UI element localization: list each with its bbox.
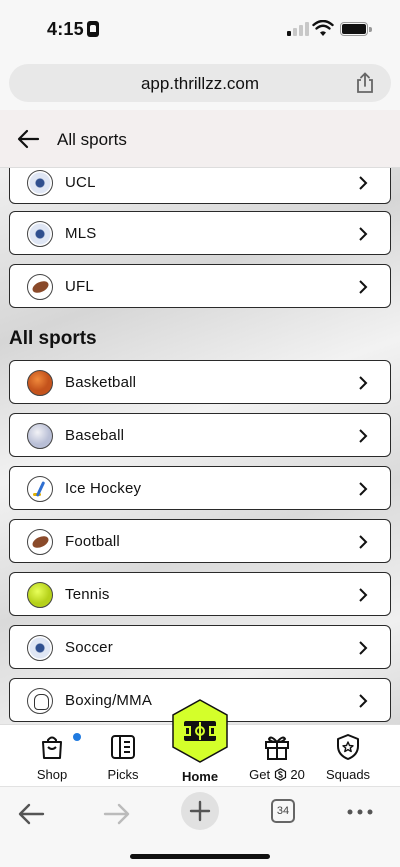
basketball-icon xyxy=(27,370,53,396)
list-item-label: Football xyxy=(65,533,120,550)
chevron-right-icon xyxy=(359,227,368,241)
list-item-baseball[interactable]: Baseball xyxy=(9,413,391,457)
tab-squads[interactable]: Squads xyxy=(313,725,383,787)
list-item-tennis[interactable]: Tennis xyxy=(9,572,391,616)
boxing-glove-icon xyxy=(27,688,53,714)
status-bar: 4:15 xyxy=(0,0,400,58)
list-item-label: Baseball xyxy=(65,427,125,444)
list-item-label: Tennis xyxy=(65,586,110,603)
football-icon xyxy=(27,274,53,300)
address-bar[interactable]: app.thrillzz.com xyxy=(9,64,391,102)
url-text: app.thrillzz.com xyxy=(140,74,260,93)
tab-picks-label: Picks xyxy=(107,767,139,782)
shield-star-icon xyxy=(337,734,359,760)
chevron-right-icon xyxy=(359,482,368,496)
gift-icon xyxy=(265,736,289,760)
browser-back-icon[interactable] xyxy=(15,799,49,829)
chevron-right-icon xyxy=(359,176,368,190)
tab-picks[interactable]: Picks xyxy=(88,725,158,787)
chevron-right-icon xyxy=(359,280,368,294)
soccer-ball-icon xyxy=(27,221,53,247)
tennis-ball-icon xyxy=(27,582,53,608)
tab-get-label: Get 20 xyxy=(242,767,312,782)
list-item-ice-hockey[interactable]: Ice Hockey xyxy=(9,466,391,510)
football-icon xyxy=(27,529,53,555)
wifi-icon xyxy=(312,20,334,36)
baseball-icon xyxy=(27,423,53,449)
browser-toolbar: 34 xyxy=(0,786,400,867)
tab-count-button[interactable]: 34 xyxy=(271,799,295,823)
chevron-right-icon xyxy=(359,376,368,390)
page-header: All sports xyxy=(0,110,400,168)
get-text: Get xyxy=(249,767,271,782)
list-item-soccer[interactable]: Soccer xyxy=(9,625,391,669)
get-amount: 20 xyxy=(290,767,305,782)
tab-shop-label: Shop xyxy=(36,767,68,782)
cellular-signal-icon xyxy=(287,22,309,36)
list-item-label: Ice Hockey xyxy=(65,480,142,497)
coin-icon xyxy=(274,768,286,781)
list-item-label: Soccer xyxy=(65,639,113,656)
soccer-ball-icon xyxy=(27,170,53,196)
notification-dot xyxy=(73,733,81,741)
tab-home-label[interactable]: Home xyxy=(165,769,235,784)
status-time: 4:15 xyxy=(47,19,84,39)
tab-squads-label: Squads xyxy=(325,767,371,782)
new-tab-button[interactable] xyxy=(181,792,219,830)
chevron-right-icon xyxy=(359,641,368,655)
browser-address-area: app.thrillzz.com xyxy=(0,58,400,110)
list-item-label: UCL xyxy=(65,174,96,191)
home-field-icon[interactable] xyxy=(171,699,229,763)
chevron-right-icon xyxy=(359,588,368,602)
list-item-label: UFL xyxy=(65,278,94,295)
list-item-label: MLS xyxy=(65,225,97,242)
battery-icon xyxy=(340,22,372,36)
plus-icon xyxy=(189,800,211,822)
list-item-football[interactable]: Football xyxy=(9,519,391,563)
browser-forward-icon[interactable] xyxy=(99,799,133,829)
more-options-icon[interactable] xyxy=(343,799,377,829)
tab-get-rewards[interactable]: Get 20 xyxy=(242,725,312,787)
chevron-right-icon xyxy=(359,429,368,443)
hockey-stick-icon xyxy=(27,476,53,502)
list-item-ufl[interactable]: UFL xyxy=(9,264,391,308)
share-icon[interactable] xyxy=(355,72,375,94)
home-indicator xyxy=(130,854,270,859)
back-arrow-icon[interactable] xyxy=(16,128,40,150)
sports-list-container[interactable]: UCL MLS UFL All sports Basketball Baseba… xyxy=(0,168,400,724)
list-item-label: Boxing/MMA xyxy=(65,692,153,709)
tab-shop[interactable]: Shop xyxy=(17,725,87,787)
bottom-tab-bar: Shop Picks Home Get 20 Squads xyxy=(0,699,400,787)
shopping-bag-icon xyxy=(42,736,62,759)
list-item-ucl[interactable]: UCL xyxy=(9,168,391,204)
page-title: All sports xyxy=(57,130,127,149)
soccer-ball-icon xyxy=(27,635,53,661)
chevron-right-icon xyxy=(359,694,368,708)
chevron-right-icon xyxy=(359,535,368,549)
picks-book-icon xyxy=(111,735,135,759)
focus-mode-icon xyxy=(87,21,99,37)
list-item-label: Basketball xyxy=(65,374,137,391)
section-title: All sports xyxy=(9,328,97,349)
list-item-basketball[interactable]: Basketball xyxy=(9,360,391,404)
list-item-mls[interactable]: MLS xyxy=(9,211,391,255)
